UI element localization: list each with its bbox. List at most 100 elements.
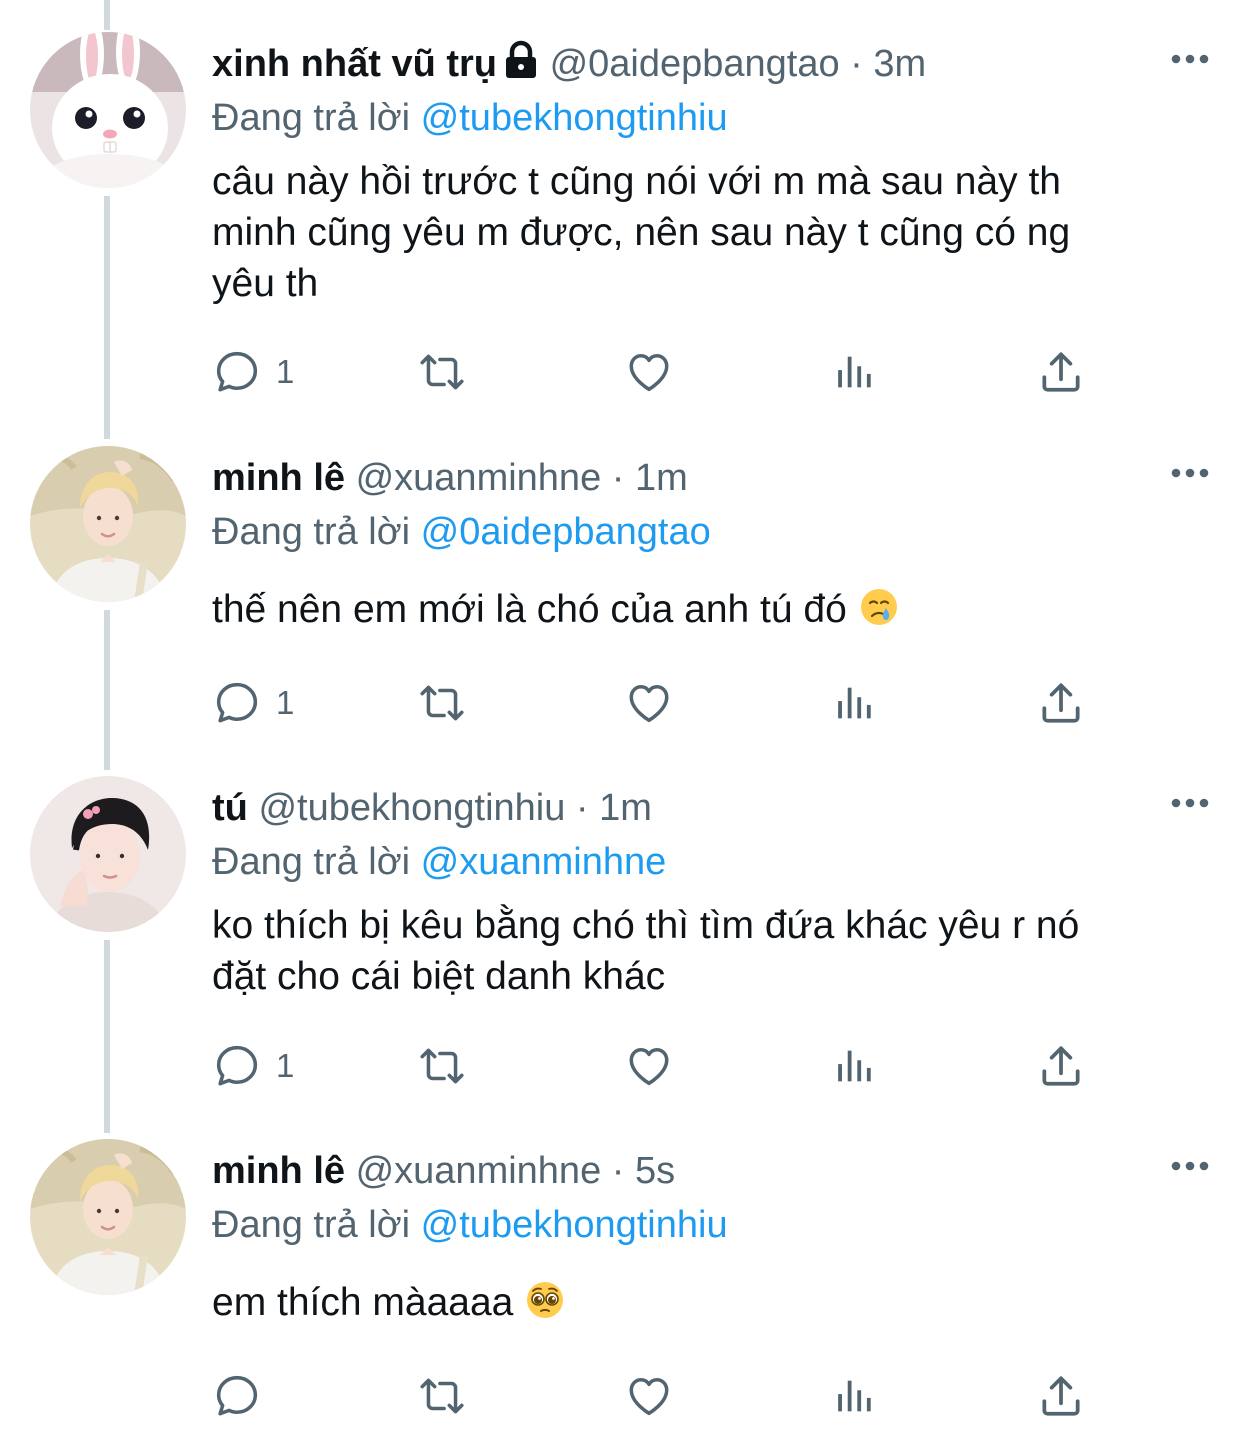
user-handle[interactable]: @0aidepbangtao <box>550 43 840 85</box>
more-options-icon[interactable] <box>1170 52 1210 66</box>
share-button[interactable] <box>1036 1371 1086 1421</box>
like-button[interactable] <box>624 1371 674 1421</box>
tweet-text-line: em thích màaaaa <box>212 1281 514 1324</box>
separator: · <box>850 43 863 85</box>
reply-icon <box>212 347 262 397</box>
like-icon <box>624 1041 674 1091</box>
tweet-text-line: minh cũng yêu m được, nên sau này t cũng… <box>212 211 1071 254</box>
tweet[interactable]: minh lê @xuanminhne · 5s Đang trả lời @t… <box>0 1139 1242 1429</box>
tweet[interactable]: tú @tubekhongtinhiu · 1m Đang trả lời @x… <box>0 776 1242 1106</box>
reply-button[interactable]: 1 <box>212 1041 294 1091</box>
avatar[interactable] <box>30 32 186 188</box>
like-button[interactable] <box>624 347 674 397</box>
reply-icon <box>212 678 262 728</box>
like-icon <box>624 1371 674 1421</box>
timestamp[interactable]: 1m <box>635 457 688 499</box>
tweet-text: ko thích bị kêu bằng chó thì tìm đứa khá… <box>212 900 1212 1002</box>
more-options-icon[interactable] <box>1170 466 1210 480</box>
retweet-icon <box>415 347 469 397</box>
analytics-button[interactable] <box>832 1371 878 1421</box>
display-name[interactable]: xinh nhất vũ trụ <box>212 43 497 85</box>
retweet-icon <box>415 1041 469 1091</box>
timestamp[interactable]: 1m <box>599 787 652 829</box>
action-bar <box>212 1371 1092 1421</box>
more-options-icon[interactable] <box>1170 1159 1210 1173</box>
reply-count: 1 <box>276 1047 295 1084</box>
like-icon <box>624 678 674 728</box>
replying-to: Đang trả lời @xuanminhne <box>212 836 666 888</box>
mention-link[interactable]: @tubekhongtinhiu <box>421 1204 728 1246</box>
tweet-header: tú @tubekhongtinhiu · 1m <box>212 782 652 834</box>
replying-to: Đang trả lời @0aidepbangtao <box>212 506 711 558</box>
replying-prefix: Đang trả lời <box>212 841 411 883</box>
retweet-button[interactable] <box>415 1371 469 1421</box>
reply-icon <box>212 1041 262 1091</box>
display-name[interactable]: minh lê <box>212 1150 345 1192</box>
tweet[interactable]: minh lê @xuanminhne · 1m Đang trả lời @0… <box>0 446 1242 736</box>
timestamp[interactable]: 5s <box>635 1150 675 1192</box>
pleading-face-emoji <box>524 1279 566 1334</box>
share-icon <box>1036 1371 1086 1421</box>
retweet-button[interactable] <box>415 678 469 728</box>
like-button[interactable] <box>624 1041 674 1091</box>
reply-count: 1 <box>276 684 295 721</box>
action-bar: 1 <box>212 1041 1092 1091</box>
reply-icon <box>212 1371 262 1421</box>
replying-prefix: Đang trả lời <box>212 97 411 139</box>
retweet-icon <box>415 1371 469 1421</box>
avatar[interactable] <box>30 1139 186 1295</box>
bunny-avatar-image <box>30 32 186 188</box>
mention-link[interactable]: @0aidepbangtao <box>421 511 711 553</box>
tweet-text: câu này hồi trước t cũng nói với m mà sa… <box>212 156 1212 309</box>
retweet-button[interactable] <box>415 1041 469 1091</box>
profile-photo <box>30 446 186 602</box>
more-options-icon[interactable] <box>1170 796 1210 810</box>
reply-button[interactable]: 1 <box>212 678 294 728</box>
tweet-text: em thích màaaaa <box>212 1277 1212 1334</box>
reply-button[interactable] <box>212 1371 276 1421</box>
tweet-header: xinh nhất vũ trụ @0aidepbangtao · 3m <box>212 38 926 94</box>
tweet-text: thế nên em mới là chó của anh tú đó <box>212 584 1212 641</box>
share-button[interactable] <box>1036 347 1086 397</box>
analytics-button[interactable] <box>832 347 878 397</box>
avatar[interactable] <box>30 776 186 932</box>
analytics-button[interactable] <box>832 678 878 728</box>
mention-link[interactable]: @xuanminhne <box>421 841 667 883</box>
lock-icon <box>503 40 539 94</box>
crying-face-emoji <box>858 586 900 641</box>
profile-photo <box>30 776 186 932</box>
like-button[interactable] <box>624 678 674 728</box>
avatar[interactable] <box>30 446 186 602</box>
separator: · <box>575 787 589 829</box>
display-name[interactable]: minh lê <box>212 457 345 499</box>
analytics-button[interactable] <box>832 1041 878 1091</box>
display-name[interactable]: tú <box>212 787 248 829</box>
timestamp[interactable]: 3m <box>873 43 926 85</box>
separator: · <box>611 457 625 499</box>
user-handle[interactable]: @tubekhongtinhiu <box>258 787 565 829</box>
thread-line-top <box>104 0 110 30</box>
share-button[interactable] <box>1036 1041 1086 1091</box>
user-handle[interactable]: @xuanminhne <box>356 457 602 499</box>
reply-button[interactable]: 1 <box>212 347 294 397</box>
retweet-button[interactable] <box>415 347 469 397</box>
analytics-icon <box>832 1041 878 1091</box>
share-icon <box>1036 1041 1086 1091</box>
share-button[interactable] <box>1036 678 1086 728</box>
tweet-text-line: câu này hồi trước t cũng nói với m mà sa… <box>212 160 1061 203</box>
tweet-text-line: ko thích bị kêu bằng chó thì tìm đứa khá… <box>212 904 1080 947</box>
mention-link[interactable]: @tubekhongtinhiu <box>421 97 728 139</box>
like-icon <box>624 347 674 397</box>
separator: · <box>611 1150 625 1192</box>
analytics-icon <box>832 678 878 728</box>
replying-prefix: Đang trả lời <box>212 1204 411 1246</box>
reply-count: 1 <box>276 353 295 390</box>
action-bar: 1 <box>212 347 1092 397</box>
tweet-header: minh lê @xuanminhne · 5s <box>212 1145 675 1197</box>
action-bar: 1 <box>212 678 1092 728</box>
user-handle[interactable]: @xuanminhne <box>356 1150 602 1192</box>
replying-prefix: Đang trả lời <box>212 511 411 553</box>
tweet[interactable]: xinh nhất vũ trụ @0aidepbangtao · 3m Đan… <box>0 32 1242 412</box>
analytics-icon <box>832 1371 878 1421</box>
tweet-header: minh lê @xuanminhne · 1m <box>212 452 688 504</box>
